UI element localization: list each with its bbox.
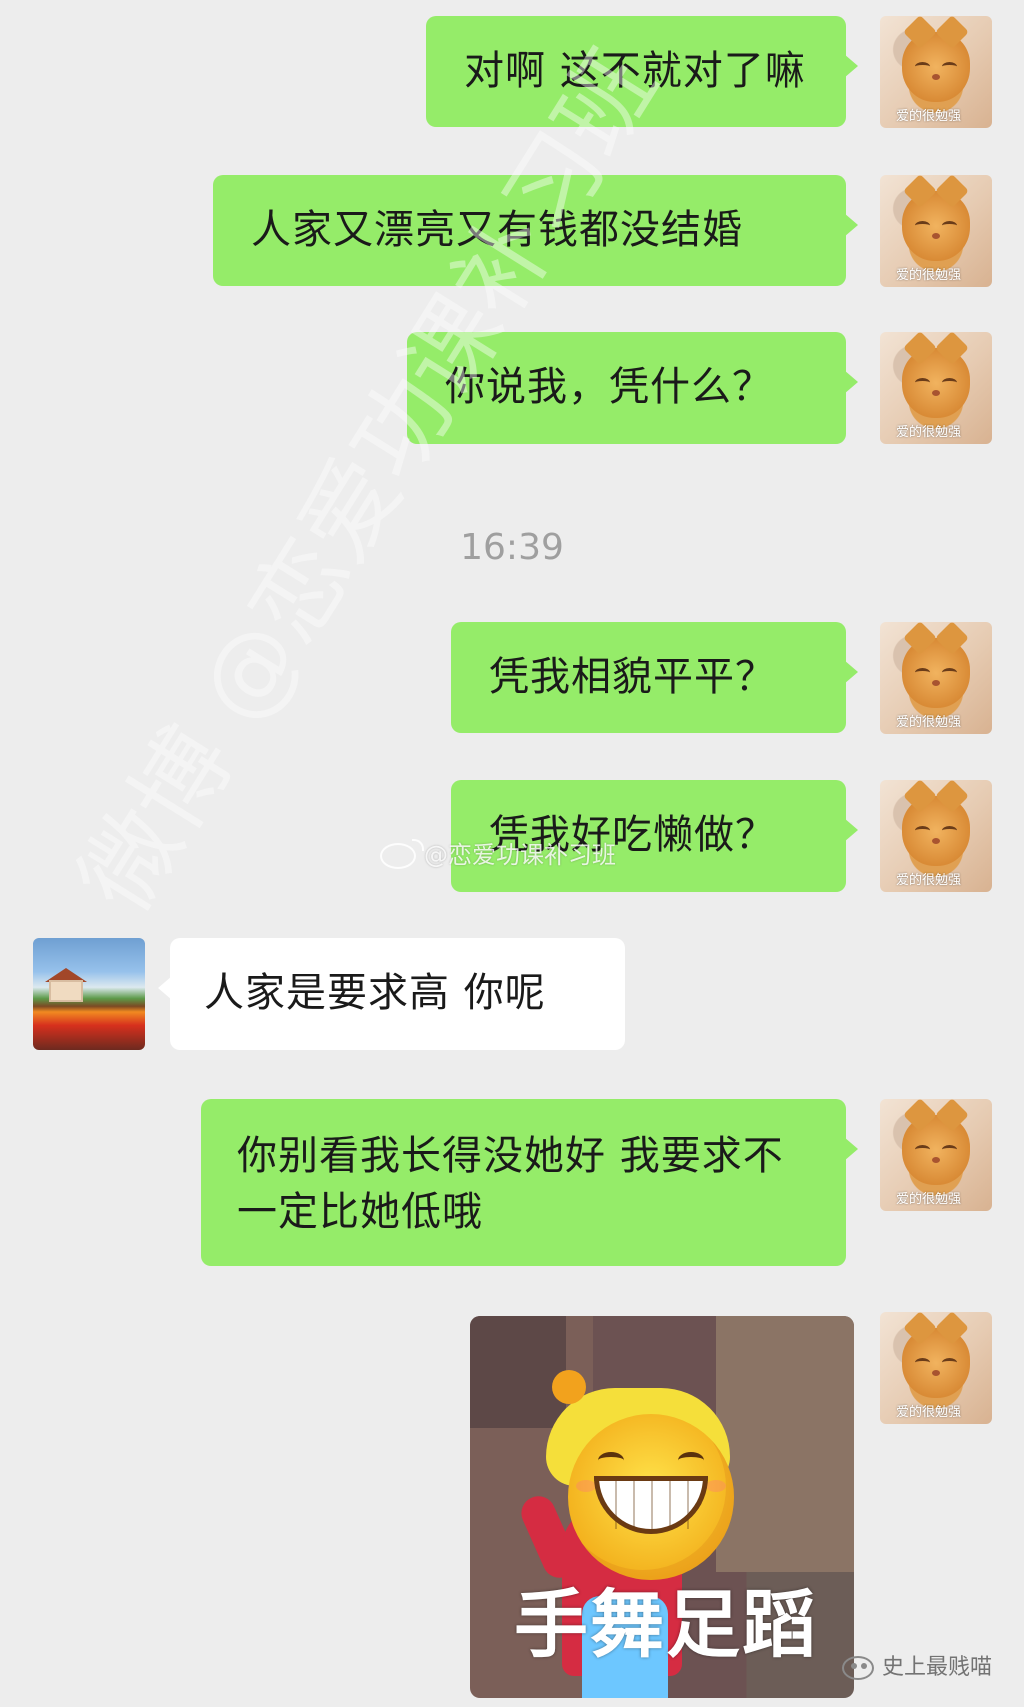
user-avatar[interactable]: 爱的很勉强 bbox=[880, 16, 992, 128]
cat-avatar-image bbox=[902, 1328, 970, 1398]
avatar-tag: 爱的很勉强 bbox=[896, 1405, 962, 1420]
cat-eye-right bbox=[942, 1358, 957, 1367]
cat-avatar-image bbox=[902, 1115, 970, 1185]
cat-nose bbox=[932, 390, 940, 396]
avatar-tag: 爱的很勉强 bbox=[896, 1192, 962, 1207]
cat-eye-left bbox=[915, 378, 930, 387]
cat-avatar-image bbox=[902, 32, 970, 102]
sticker-message[interactable]: 手舞足蹈 bbox=[470, 1316, 854, 1698]
cat-eye-left bbox=[915, 668, 930, 677]
user-avatar[interactable]: 爱的很勉强 bbox=[880, 1312, 992, 1424]
message-bubble[interactable]: 你别看我长得没她好 我要求不一定比她低哦 bbox=[201, 1099, 858, 1266]
message-text: 凭我相貌平平？ bbox=[489, 654, 776, 700]
cat-nose bbox=[932, 680, 940, 686]
cat-eye-right bbox=[942, 378, 957, 387]
user-avatar[interactable]: 爱的很勉强 bbox=[880, 332, 992, 444]
sticker-eye-right bbox=[678, 1452, 704, 1469]
cat-avatar-image bbox=[902, 638, 970, 708]
message-bubble[interactable]: 人家是要求高 你呢 bbox=[158, 938, 625, 1050]
avatar-tag: 爱的很勉强 bbox=[896, 109, 962, 124]
cat-eye-right bbox=[942, 62, 957, 71]
message-bubble[interactable]: 对啊 这不就对了嘛 bbox=[426, 16, 858, 127]
message-bubble[interactable]: 凭我相貌平平？ bbox=[451, 622, 858, 733]
weibo-watermark: @恋爱功课补习班 bbox=[380, 835, 616, 870]
cat-eye-left bbox=[915, 221, 930, 230]
cat-nose bbox=[932, 838, 940, 844]
house-image bbox=[49, 980, 83, 1002]
user-avatar[interactable]: 爱的很勉强 bbox=[880, 1099, 992, 1211]
sticker-blush-left bbox=[576, 1480, 596, 1492]
weibo-watermark-text: @恋爱功课补习班 bbox=[424, 841, 616, 869]
message-bubble[interactable]: 你说我，凭什么？ bbox=[407, 332, 858, 444]
cat-eye-right bbox=[942, 668, 957, 677]
avatar-tag: 爱的很勉强 bbox=[896, 873, 962, 888]
cat-eye-right bbox=[942, 826, 957, 835]
message-text: 人家又漂亮又有钱都没结婚 bbox=[251, 207, 743, 253]
branding-footer: 史上最贱喵 bbox=[841, 1649, 992, 1681]
cat-nose bbox=[932, 1157, 940, 1163]
cat-eye-left bbox=[915, 826, 930, 835]
sticker-background-window bbox=[470, 1316, 566, 1428]
sticker-face bbox=[568, 1414, 734, 1580]
sticker-mouth bbox=[594, 1476, 708, 1534]
cat-nose bbox=[932, 74, 940, 80]
cat-eye-left bbox=[915, 1145, 930, 1154]
cat-avatar-image bbox=[902, 191, 970, 261]
user-avatar[interactable]: 爱的很勉强 bbox=[880, 780, 992, 892]
cat-eye-left bbox=[915, 1358, 930, 1367]
cat-eye-right bbox=[942, 221, 957, 230]
avatar-tag: 爱的很勉强 bbox=[896, 268, 962, 283]
cat-avatar-image bbox=[902, 796, 970, 866]
sticker-caption: 手舞足蹈 bbox=[514, 1582, 818, 1668]
cat-avatar-image bbox=[902, 348, 970, 418]
chat-timestamp: 16:39 bbox=[460, 527, 564, 568]
sticker-background-door bbox=[716, 1316, 854, 1572]
user-avatar[interactable]: 爱的很勉强 bbox=[880, 622, 992, 734]
weibo-icon bbox=[380, 839, 424, 869]
sticker-eye-left bbox=[598, 1452, 624, 1469]
message-text: 对啊 这不就对了嘛 bbox=[464, 48, 806, 94]
branding-text: 史上最贱喵 bbox=[881, 1655, 992, 1680]
sticker-blush-right bbox=[706, 1480, 726, 1492]
message-bubble[interactable]: 人家又漂亮又有钱都没结婚 bbox=[213, 175, 858, 286]
cat-eye-right bbox=[942, 1145, 957, 1154]
message-text: 人家是要求高 你呢 bbox=[204, 970, 546, 1016]
contact-avatar[interactable] bbox=[33, 938, 145, 1050]
wechat-icon bbox=[841, 1656, 874, 1680]
cat-nose bbox=[932, 1370, 940, 1376]
cat-eye-left bbox=[915, 62, 930, 71]
avatar-tag: 爱的很勉强 bbox=[896, 715, 962, 730]
user-avatar[interactable]: 爱的很勉强 bbox=[880, 175, 992, 287]
message-text: 你说我，凭什么？ bbox=[445, 364, 773, 410]
avatar-tag: 爱的很勉强 bbox=[896, 425, 962, 440]
cat-nose bbox=[932, 233, 940, 239]
message-text: 你别看我长得没她好 我要求不一定比她低哦 bbox=[237, 1133, 784, 1235]
